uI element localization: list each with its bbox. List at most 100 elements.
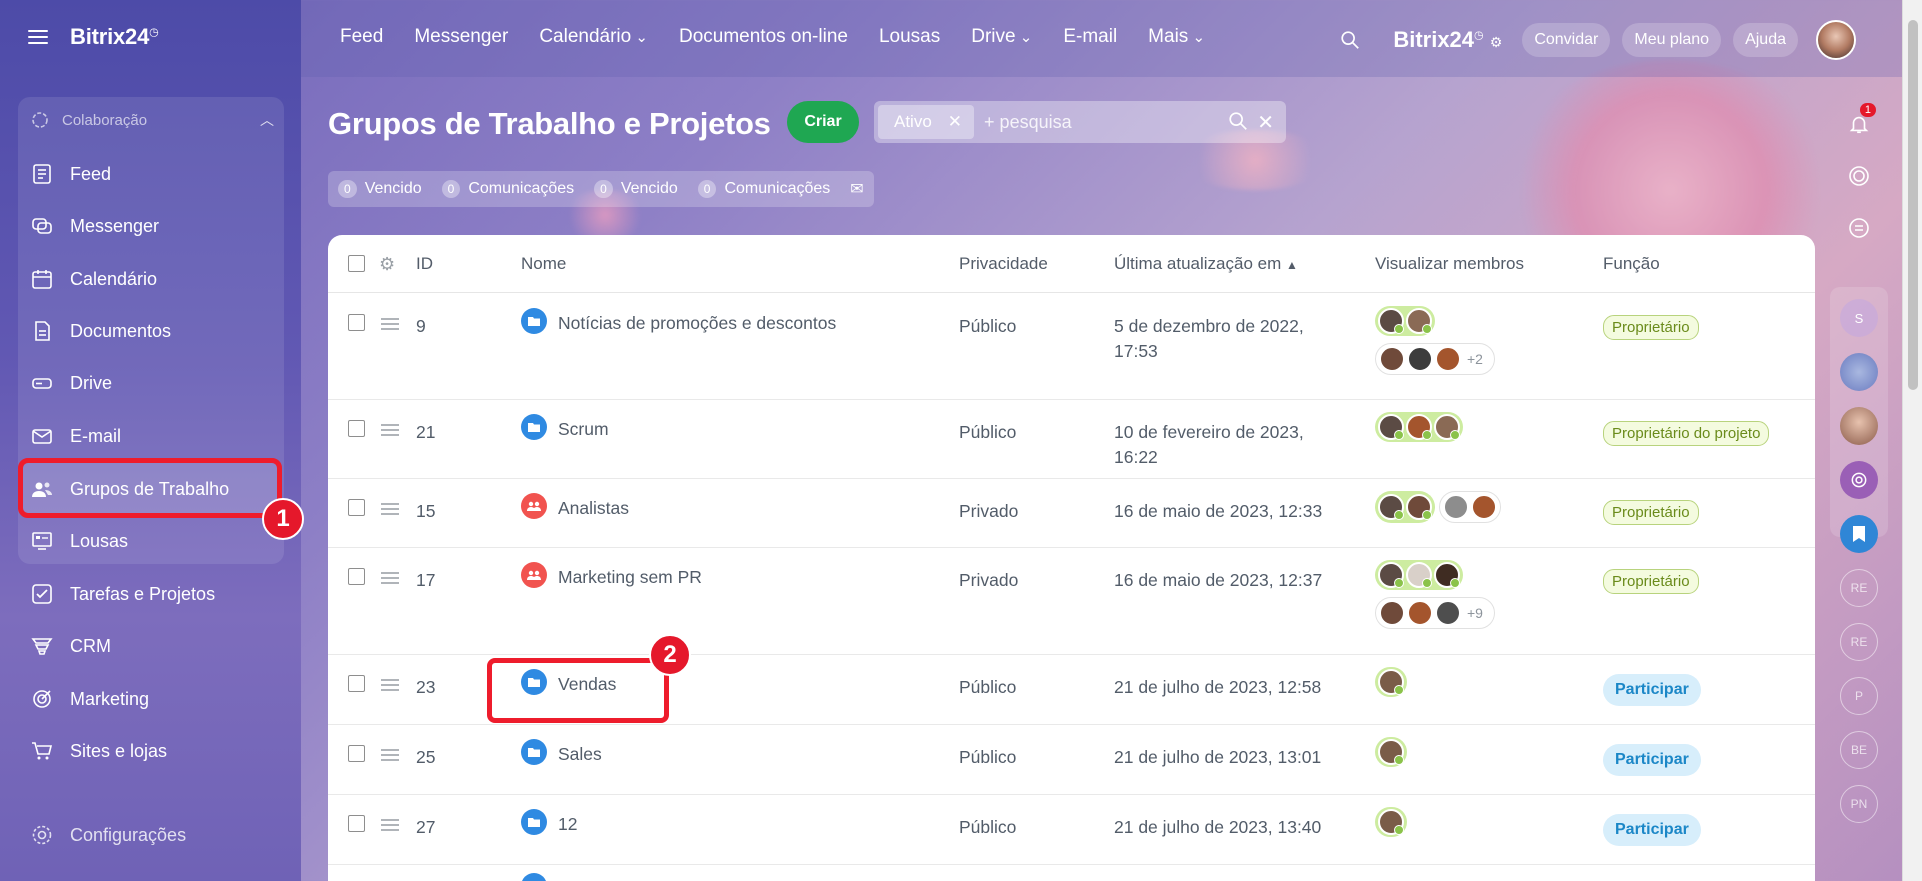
brand-logo-top[interactable]: Bitrix24◷ ⚙ bbox=[1393, 27, 1502, 53]
topnav-messenger[interactable]: Messenger bbox=[414, 26, 508, 48]
join-button[interactable]: Participar bbox=[1603, 674, 1701, 706]
my-plan-button[interactable]: Meu plano bbox=[1622, 23, 1722, 57]
filter-search-box[interactable]: Ativo ✕ + pesquisa ✕ bbox=[874, 101, 1286, 143]
row-checkbox[interactable] bbox=[348, 314, 365, 331]
counter-overdue-2[interactable]: 0 Vencido bbox=[594, 180, 678, 198]
more-members-count[interactable]: +9 bbox=[1463, 605, 1491, 621]
menu-icon[interactable] bbox=[28, 30, 48, 44]
topnav-more[interactable]: Mais bbox=[1148, 26, 1205, 48]
rail-chat-p[interactable]: P bbox=[1840, 677, 1878, 715]
avatar[interactable] bbox=[1471, 494, 1497, 520]
settings-link[interactable]: Configurações bbox=[30, 823, 186, 847]
table-row[interactable]: 21 Scrum Público 10 de fevereiro de 2023… bbox=[328, 400, 1815, 479]
sidebar-item-documents[interactable]: Documentos bbox=[30, 314, 171, 348]
drag-handle-icon[interactable] bbox=[381, 318, 399, 330]
rail-chat-s[interactable]: S bbox=[1840, 299, 1878, 337]
avatar[interactable] bbox=[1378, 414, 1404, 440]
sidebar-item-groups[interactable]: Grupos de Trabalho bbox=[30, 472, 229, 506]
row-checkbox[interactable] bbox=[348, 499, 365, 516]
rail-chat-pn[interactable]: PN bbox=[1840, 785, 1878, 823]
avatar[interactable] bbox=[1407, 600, 1433, 626]
row-name-link[interactable]: Notícias de promoções e descontos bbox=[558, 313, 836, 334]
topnav-documents-online[interactable]: Documentos on-line bbox=[679, 26, 848, 48]
row-checkbox[interactable] bbox=[348, 745, 365, 762]
rail-chat-re2[interactable]: RE bbox=[1840, 623, 1878, 661]
join-button[interactable]: Participar bbox=[1603, 744, 1701, 776]
filter-chip-active[interactable]: Ativo ✕ bbox=[878, 105, 975, 139]
create-button[interactable]: Criar bbox=[787, 101, 859, 143]
header-members[interactable]: Visualizar membros bbox=[1375, 254, 1524, 274]
collaboration-header[interactable]: Colaboração ︿ bbox=[30, 110, 274, 130]
avatar[interactable] bbox=[1434, 414, 1460, 440]
avatar[interactable] bbox=[1378, 739, 1404, 765]
topnav-feed[interactable]: Feed bbox=[340, 26, 383, 48]
row-name-link[interactable]: Analistas bbox=[558, 498, 629, 519]
row-name-link[interactable]: Scrum bbox=[558, 419, 609, 440]
member-avatars[interactable] bbox=[1375, 667, 1407, 700]
header-privacy[interactable]: Privacidade bbox=[959, 254, 1048, 274]
search-icon[interactable] bbox=[1339, 29, 1361, 51]
rail-chat-be[interactable]: BE bbox=[1840, 731, 1878, 769]
member-avatars[interactable]: +2 bbox=[1375, 306, 1495, 377]
avatar[interactable] bbox=[1378, 809, 1404, 835]
header-role[interactable]: Função bbox=[1603, 254, 1660, 274]
rail-chat-avatar[interactable] bbox=[1840, 407, 1878, 445]
avatar[interactable] bbox=[1406, 308, 1432, 334]
page-scrollbar[interactable] bbox=[1902, 0, 1922, 881]
clear-icon[interactable]: ✕ bbox=[1257, 110, 1274, 135]
topnav-drive[interactable]: Drive bbox=[971, 26, 1032, 48]
settings-gear-icon[interactable]: ⚙ bbox=[379, 254, 395, 275]
avatar[interactable] bbox=[1435, 600, 1461, 626]
table-row[interactable]: 25 Sales Público 21 de julho de 2023, 13… bbox=[328, 725, 1815, 795]
sidebar-item-marketing[interactable]: Marketing bbox=[30, 682, 149, 716]
read-all-icon[interactable]: ✉ bbox=[850, 179, 863, 199]
notifications-bell[interactable]: 1 bbox=[1840, 103, 1878, 143]
drag-handle-icon[interactable] bbox=[381, 679, 399, 691]
topnav-mail[interactable]: E-mail bbox=[1063, 26, 1117, 48]
row-checkbox[interactable] bbox=[348, 675, 365, 692]
avatar[interactable] bbox=[1406, 494, 1432, 520]
search-input[interactable]: + pesquisa bbox=[984, 112, 1072, 133]
avatar[interactable] bbox=[1378, 562, 1404, 588]
member-avatars[interactable] bbox=[1375, 737, 1407, 770]
invite-button[interactable]: Convidar bbox=[1522, 23, 1611, 57]
table-row[interactable]: 15 Analistas Privado 16 de maio de 2023,… bbox=[328, 479, 1815, 548]
row-name-link[interactable]: 12 bbox=[558, 814, 577, 835]
avatar[interactable] bbox=[1407, 346, 1433, 372]
row-name-link[interactable]: Marketing sem PR bbox=[558, 567, 702, 588]
row-checkbox[interactable] bbox=[348, 420, 365, 437]
brand-logo[interactable]: Bitrix24◷ bbox=[70, 24, 159, 50]
avatar[interactable] bbox=[1378, 494, 1404, 520]
table-row[interactable]: 9 Notícias de promoções e descontos Públ… bbox=[328, 294, 1815, 400]
drag-handle-icon[interactable] bbox=[381, 819, 399, 831]
more-members-count[interactable]: +2 bbox=[1463, 351, 1491, 367]
drag-handle-icon[interactable] bbox=[381, 424, 399, 436]
sidebar-item-mail[interactable]: E-mail bbox=[30, 419, 121, 453]
search-icon[interactable] bbox=[1227, 110, 1249, 132]
avatar[interactable] bbox=[1406, 414, 1432, 440]
row-name-link[interactable]: Sales bbox=[558, 744, 602, 765]
member-avatars[interactable]: +9 bbox=[1375, 560, 1495, 631]
topnav-calendar[interactable]: Calendário bbox=[539, 26, 648, 48]
rail-marketing[interactable] bbox=[1840, 461, 1878, 499]
help-button[interactable]: Ajuda bbox=[1733, 23, 1798, 57]
counter-comments[interactable]: 0 Comunicações bbox=[441, 180, 574, 198]
select-all-checkbox[interactable] bbox=[348, 255, 365, 272]
header-updated[interactable]: Última atualização em ▲ bbox=[1114, 254, 1298, 274]
sidebar-item-crm[interactable]: CRM bbox=[30, 629, 111, 663]
drag-handle-icon[interactable] bbox=[381, 503, 399, 515]
close-icon[interactable]: ✕ bbox=[948, 112, 962, 132]
sidebar-item-boards[interactable]: Lousas bbox=[30, 524, 128, 558]
avatar[interactable] bbox=[1435, 346, 1461, 372]
header-name[interactable]: Nome bbox=[521, 254, 566, 274]
avatar[interactable] bbox=[1378, 308, 1404, 334]
rail-chat-photo[interactable] bbox=[1840, 353, 1878, 391]
member-avatars[interactable] bbox=[1375, 807, 1407, 840]
table-row[interactable]: 17 Marketing sem PR Privado 16 de maio d… bbox=[328, 548, 1815, 655]
member-avatars[interactable] bbox=[1375, 491, 1501, 523]
sidebar-item-messenger[interactable]: Messenger bbox=[30, 209, 159, 243]
rail-chat-re1[interactable]: RE bbox=[1840, 569, 1878, 607]
avatar[interactable] bbox=[1379, 346, 1405, 372]
avatar[interactable] bbox=[1379, 600, 1405, 626]
table-row[interactable] bbox=[328, 865, 1815, 881]
